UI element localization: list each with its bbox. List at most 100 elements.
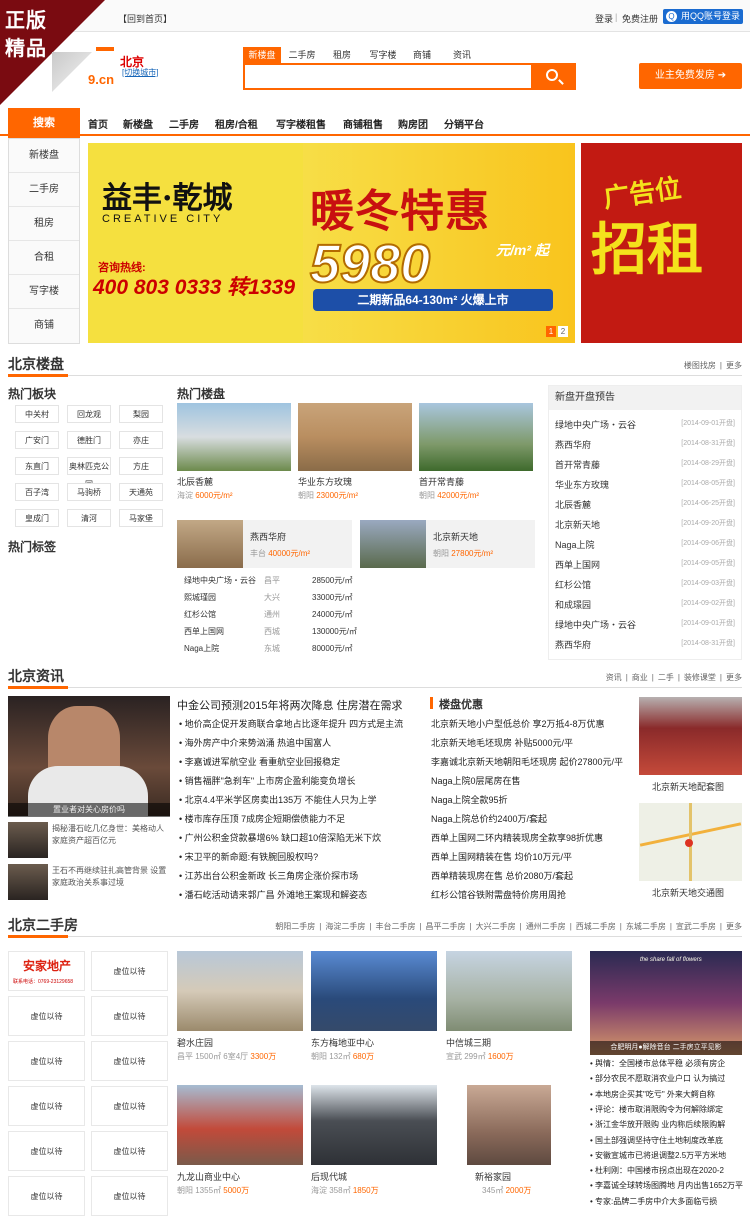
estate-name[interactable]: 燕西华府 (250, 530, 286, 543)
listing-name[interactable]: 中信城三期 (446, 1036, 491, 1049)
estate-table-name[interactable]: 西单上国网 (184, 626, 224, 637)
estate-table-name[interactable]: 绿地中央广场・云谷 (184, 575, 256, 586)
new-open-item[interactable]: 红杉公馆 [2014-09-03开盘] (555, 578, 735, 591)
deal-list-item[interactable]: 北京新天地毛坯现房 补贴5000元/平 (431, 736, 573, 749)
estate-table-name[interactable]: Naga上院 (184, 643, 219, 654)
agency-placeholder[interactable]: 虚位以待 (91, 1086, 168, 1126)
news-feature-caption[interactable]: 置业者对关心房价吗 (8, 803, 170, 817)
news-list-item[interactable]: • 江苏出台公积金新政 长三角房企涨价探市场 (179, 869, 358, 882)
search-input[interactable] (243, 63, 533, 90)
search-tab-rent[interactable]: 租房 (327, 47, 357, 63)
section-link[interactable]: 装修课堂 (684, 673, 716, 682)
hot-block-item[interactable]: 百子湾 (15, 483, 59, 501)
estate-photo[interactable] (177, 520, 243, 568)
district-link[interactable]: 朝阳二手房 (275, 922, 315, 931)
qq-login-button[interactable]: Q 用QQ账号登录 (663, 9, 743, 24)
secondhand-news-item[interactable]: • 国土部强调坚持守住土地制度改革底 (590, 1135, 723, 1146)
banner-page[interactable]: 1 (546, 326, 556, 337)
news-list-item[interactable]: • 销售福胖"急刹车" 上市房企盈利能变负增长 (179, 774, 356, 787)
district-link[interactable]: 更多 (726, 922, 742, 931)
secondhand-news-item[interactable]: • 浙江金华放开限购 业内称后续限购解 (590, 1119, 725, 1130)
hot-block-item[interactable]: 中关村 (15, 405, 59, 423)
new-open-name[interactable]: 绿地中央广场・云谷 (555, 620, 636, 630)
district-link[interactable]: 丰台二手房 (375, 922, 415, 931)
deal-list-item[interactable]: 西单上国网二环内精装现房全款享98折优惠 (431, 831, 603, 844)
new-open-name[interactable]: 北辰香麓 (555, 500, 591, 510)
search-tab-newhouse[interactable]: 新楼盘 (243, 47, 281, 63)
hot-block-item[interactable]: 东直门 (15, 457, 59, 475)
hot-block-item[interactable]: 奥林匹克公园 (67, 457, 111, 489)
estate-name[interactable]: 首开常青藤 (419, 475, 464, 488)
new-open-name[interactable]: 首开常青藤 (555, 460, 600, 470)
left-menu-item[interactable]: 二手房 (9, 173, 79, 207)
hot-block-item[interactable]: 梨园 (119, 405, 163, 423)
secondhand-news-item[interactable]: • 安徽宣城市已将退调整2.5万平方米地 (590, 1150, 726, 1161)
estate-photo[interactable] (360, 520, 426, 568)
agency-placeholder[interactable]: 虚位以待 (91, 1176, 168, 1216)
new-open-item[interactable]: 燕西华府 [2014-08-31开盘] (555, 638, 735, 651)
listing-name[interactable]: 东方梅地亚中心 (311, 1036, 374, 1049)
news-list-item[interactable]: • 北京4.4平米学区房卖出135万 不能住人只为上学 (179, 793, 377, 806)
left-menu-item[interactable]: 写字楼 (9, 275, 79, 309)
agency-placeholder[interactable]: 虚位以待 (8, 1131, 85, 1171)
agency-placeholder[interactable]: 虚位以待 (91, 996, 168, 1036)
estate-table-name[interactable]: 红杉公馆 (184, 609, 216, 620)
login-link[interactable]: 登录 (595, 12, 613, 25)
new-open-name[interactable]: 和成璟园 (555, 600, 591, 610)
new-open-item[interactable]: 和成璟园 [2014-09-02开盘] (555, 598, 735, 611)
news-list-item[interactable]: • 地价高企促开发商联合拿地占比逐年提升 四方式是主流 (179, 717, 403, 730)
new-open-item[interactable]: 北辰香麓 [2014-06-25开盘] (555, 498, 735, 511)
section-link[interactable]: 二手 (658, 673, 674, 682)
nav-shop[interactable]: 商铺租售 (343, 116, 383, 131)
map-caption[interactable]: 北京新天地配套图 (652, 780, 724, 793)
news-thumb[interactable] (8, 864, 48, 900)
listing-name[interactable]: 碧水庄园 (177, 1036, 213, 1049)
news-thumb[interactable] (8, 822, 48, 858)
section-link[interactable]: 楼图找房 (684, 361, 716, 370)
agency-placeholder[interactable]: 虚位以待 (91, 1041, 168, 1081)
news-side-text[interactable]: 王石不再继续驻扎高管背景 设置家庭政治关系事过境 (52, 865, 170, 889)
secondhand-news-item[interactable]: • 舆情：全国楼市总体平稳 必须有房企 (590, 1058, 725, 1069)
estate-name[interactable]: 北辰香麓 (177, 475, 213, 488)
new-open-name[interactable]: 绿地中央广场・云谷 (555, 420, 636, 430)
hot-block-item[interactable]: 皇成门 (15, 509, 59, 527)
estate-name[interactable]: 华业东方玫瑰 (298, 475, 352, 488)
secondhand-news-item[interactable]: • 李嘉诚全球转场图腾地 月内出售1652万平 (590, 1180, 743, 1191)
agency-placeholder[interactable]: 虚位以待 (8, 1176, 85, 1216)
estate-photo[interactable] (177, 403, 291, 471)
promo-ad-image[interactable]: the share fall of flowers 合肥明月●解除音台 二手房立… (590, 951, 742, 1055)
publish-button[interactable]: 业主免费发房 ➔ (639, 63, 742, 89)
estate-table-name[interactable]: 熙城瑾园 (184, 592, 216, 603)
nav-secondhand[interactable]: 二手房 (169, 116, 199, 131)
register-link[interactable]: 免费注册 (622, 12, 658, 25)
listing-photo[interactable] (311, 951, 437, 1031)
left-menu-item[interactable]: 合租 (9, 241, 79, 275)
listing-photo[interactable] (446, 951, 572, 1031)
hot-block-item[interactable]: 亦庄 (119, 431, 163, 449)
nav-group[interactable]: 购房团 (398, 116, 428, 131)
new-open-item[interactable]: 首开常青藤 [2014-08-29开盘] (555, 458, 735, 471)
new-open-item[interactable]: 燕西华府 [2014-08-31开盘] (555, 438, 735, 451)
agency-placeholder[interactable]: 虚位以待 (91, 951, 168, 991)
hot-block-item[interactable]: 德胜门 (67, 431, 111, 449)
switch-city-link[interactable]: [切换城市] (122, 67, 158, 78)
search-tab-news[interactable]: 资讯 (449, 47, 475, 63)
news-headline[interactable]: 中金公司预测2015年将两次降息 住房潜在需求 (177, 697, 403, 713)
news-list-item[interactable]: • 潘石屹活动请来郭广昌 外滩地王案现和解姿态 (179, 888, 367, 901)
hot-block-item[interactable]: 马驹桥 (67, 483, 111, 501)
secondhand-news-item[interactable]: • 本地房企买其"吃亏" 外来大鳄自称 (590, 1089, 715, 1100)
traffic-map[interactable] (639, 803, 742, 881)
new-open-name[interactable]: 燕西华府 (555, 440, 591, 450)
agency-logo-box[interactable]: 安家地产 联系电话：0769-23129658 (8, 951, 85, 991)
hot-block-item[interactable]: 方庄 (119, 457, 163, 475)
new-open-name[interactable]: 燕西华府 (555, 640, 591, 650)
news-list-item[interactable]: • 宋卫平的新命题:有铁腕回股权吗? (179, 850, 318, 863)
nav-rent[interactable]: 租房/合租 (215, 116, 258, 131)
news-list-item[interactable]: • 楼市库存压顶 7成房企短期偿债能力不足 (179, 812, 345, 825)
agency-placeholder[interactable]: 虚位以待 (91, 1131, 168, 1171)
nav-office[interactable]: 写字楼租售 (276, 116, 326, 131)
secondhand-news-item[interactable]: • 专家:品牌二手房中介大多面临亏损 (590, 1196, 717, 1207)
agency-placeholder[interactable]: 虚位以待 (8, 1086, 85, 1126)
listing-name[interactable]: 新裕家园 (475, 1170, 511, 1183)
district-link[interactable]: 大兴二手房 (476, 922, 516, 931)
